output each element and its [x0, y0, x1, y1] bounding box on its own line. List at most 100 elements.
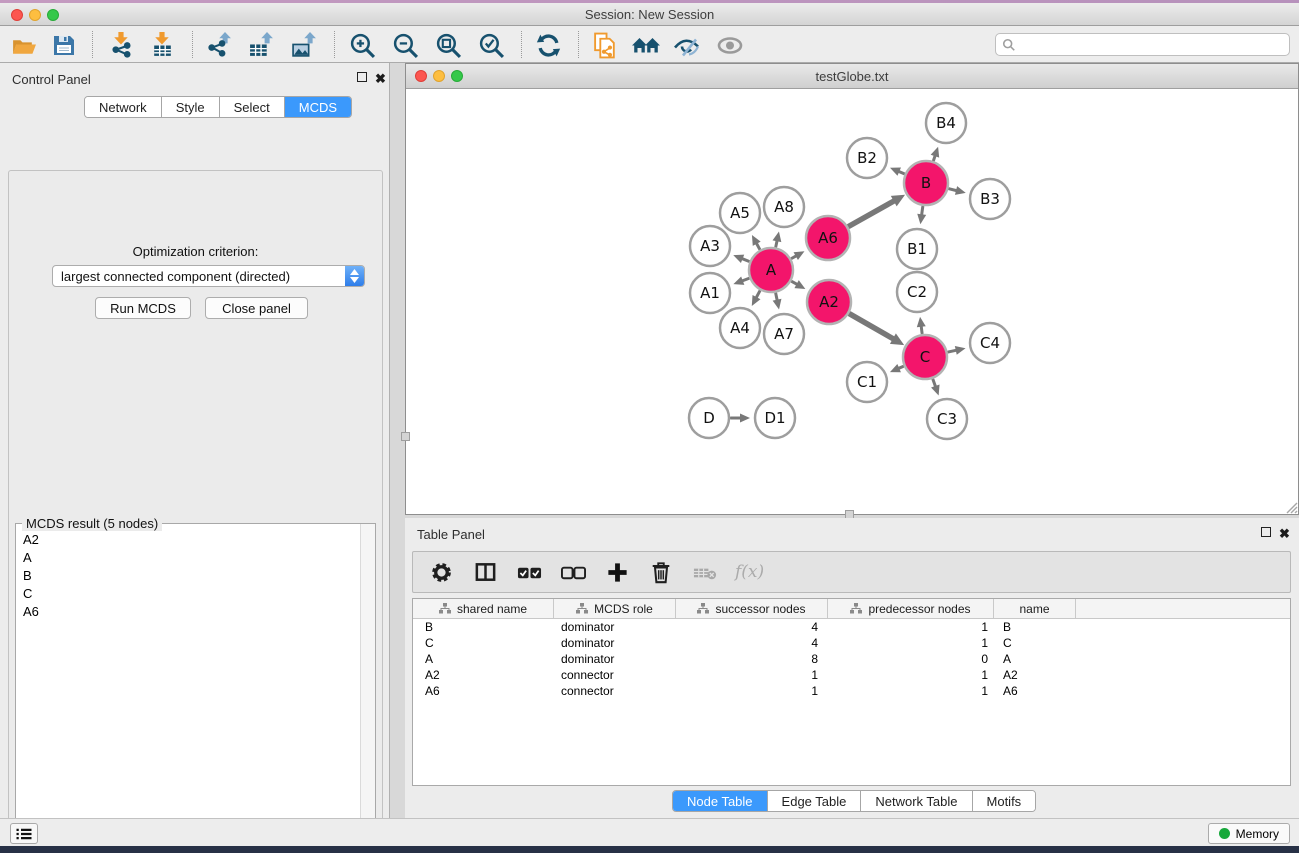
- column-header-successor-nodes[interactable]: successor nodes: [676, 599, 828, 618]
- close-panel-icon[interactable]: ✖: [375, 74, 386, 84]
- cell-name[interactable]: A: [994, 652, 1076, 666]
- hide-panels-icon[interactable]: [672, 30, 702, 60]
- export-image-icon[interactable]: [289, 30, 319, 60]
- table-row-a[interactable]: Adominator80A: [413, 651, 1290, 667]
- result-item-c[interactable]: C: [16, 584, 360, 602]
- first-neighbors-icon[interactable]: [631, 30, 661, 60]
- cell-predecessor-nodes[interactable]: 1: [828, 668, 994, 682]
- zoom-out-icon[interactable]: [390, 30, 420, 60]
- node-label-A7: A7: [774, 325, 794, 343]
- select-all-columns-icon[interactable]: [515, 559, 543, 585]
- cell-shared-name[interactable]: A6: [413, 684, 554, 698]
- cell-MCDS-role[interactable]: dominator: [554, 652, 676, 666]
- result-item-a6[interactable]: A6: [16, 602, 360, 620]
- node-label-B1: B1: [907, 240, 927, 258]
- table-tab-edge-table[interactable]: Edge Table: [768, 791, 862, 811]
- import-table-icon[interactable]: [147, 30, 177, 60]
- cell-successor-nodes[interactable]: 1: [676, 684, 828, 698]
- show-column-panel-icon[interactable]: [471, 559, 499, 585]
- resize-grip-icon[interactable]: [1283, 499, 1298, 514]
- network-canvas[interactable]: B4B2BB3A8A5A6A3B1AA1C2A2A4A7C4CC1C3DD1: [406, 89, 1298, 514]
- cell-MCDS-role[interactable]: dominator: [554, 620, 676, 634]
- cell-MCDS-role[interactable]: connector: [554, 684, 676, 698]
- column-header-name[interactable]: name: [994, 599, 1076, 618]
- column-header-shared-name[interactable]: shared name: [413, 599, 554, 618]
- node-table: shared nameMCDS role successor nodes prede…: [412, 598, 1291, 786]
- close-panel-button[interactable]: Close panel: [205, 297, 308, 319]
- cell-predecessor-nodes[interactable]: 1: [828, 620, 994, 634]
- zoom-in-icon[interactable]: [347, 30, 377, 60]
- open-session-icon[interactable]: [8, 30, 38, 60]
- export-table-icon[interactable]: [246, 30, 276, 60]
- node-label-A2: A2: [819, 293, 839, 311]
- cell-MCDS-role[interactable]: dominator: [554, 636, 676, 650]
- close-table-panel-icon[interactable]: ✖: [1279, 529, 1290, 539]
- cell-shared-name[interactable]: C: [413, 636, 554, 650]
- memory-button[interactable]: Memory: [1208, 823, 1290, 844]
- cell-name[interactable]: C: [994, 636, 1076, 650]
- criterion-dropdown[interactable]: largest connected component (directed): [52, 265, 365, 287]
- cell-successor-nodes[interactable]: 4: [676, 636, 828, 650]
- column-header-label: successor nodes: [715, 602, 805, 616]
- cell-name[interactable]: A2: [994, 668, 1076, 682]
- float-panel-icon[interactable]: [357, 72, 367, 82]
- cell-shared-name[interactable]: A: [413, 652, 554, 666]
- session-title: Session: New Session: [0, 7, 1299, 22]
- cell-shared-name[interactable]: A2: [413, 668, 554, 682]
- export-network-icon[interactable]: [204, 30, 234, 60]
- cell-successor-nodes[interactable]: 1: [676, 668, 828, 682]
- cell-name[interactable]: A6: [994, 684, 1076, 698]
- left-splitter-handle[interactable]: [401, 432, 410, 441]
- search-field[interactable]: [1016, 38, 1289, 52]
- table-tab-motifs[interactable]: Motifs: [973, 791, 1036, 811]
- column-header-predecessor-nodes[interactable]: predecessor nodes: [828, 599, 994, 618]
- edge-A6-B[interactable]: [849, 200, 896, 226]
- zoom-selected-icon[interactable]: [476, 30, 506, 60]
- unselect-all-columns-icon[interactable]: [559, 559, 587, 585]
- result-item-b[interactable]: B: [16, 566, 360, 584]
- import-network-icon[interactable]: [106, 30, 136, 60]
- cell-predecessor-nodes[interactable]: 1: [828, 684, 994, 698]
- network-window-titlebar[interactable]: testGlobe.txt: [406, 64, 1298, 89]
- edge-A2-C[interactable]: [850, 314, 895, 340]
- table-row-b[interactable]: Bdominator41B: [413, 619, 1290, 635]
- result-item-a[interactable]: A: [16, 548, 360, 566]
- search-input[interactable]: [995, 33, 1290, 56]
- delete-table-icon[interactable]: [691, 559, 719, 585]
- show-panels-icon[interactable]: [715, 30, 745, 60]
- result-scrollbar[interactable]: [360, 524, 375, 853]
- column-header-MCDS-role[interactable]: MCDS role: [554, 599, 676, 618]
- cell-predecessor-nodes[interactable]: 0: [828, 652, 994, 666]
- cell-shared-name[interactable]: B: [413, 620, 554, 634]
- zoom-fit-icon[interactable]: [433, 30, 463, 60]
- result-item-a2[interactable]: A2: [16, 530, 360, 548]
- delete-column-trash-icon[interactable]: [647, 559, 675, 585]
- tab-network[interactable]: Network: [85, 97, 162, 117]
- table-tab-node-table[interactable]: Node Table: [673, 791, 768, 811]
- tab-mcds[interactable]: MCDS: [285, 97, 351, 117]
- table-settings-gear-icon[interactable]: [427, 559, 455, 585]
- run-mcds-button[interactable]: Run MCDS: [95, 297, 191, 319]
- table-body: Bdominator41BCdominator41CAdominator80AA…: [413, 619, 1290, 699]
- edge-arrow-D-D1: [740, 414, 750, 423]
- cell-MCDS-role[interactable]: connector: [554, 668, 676, 682]
- cell-predecessor-nodes[interactable]: 1: [828, 636, 994, 650]
- node-label-A3: A3: [700, 237, 720, 255]
- function-builder-icon[interactable]: f(x): [735, 562, 764, 582]
- cell-successor-nodes[interactable]: 8: [676, 652, 828, 666]
- save-session-icon[interactable]: [49, 30, 79, 60]
- table-row-c[interactable]: Cdominator41C: [413, 635, 1290, 651]
- float-table-panel-icon[interactable]: [1261, 527, 1271, 537]
- cell-name[interactable]: B: [994, 620, 1076, 634]
- tab-select[interactable]: Select: [220, 97, 285, 117]
- table-row-a6[interactable]: A6connector11A6: [413, 683, 1290, 699]
- apply-layout-icon[interactable]: [533, 30, 563, 60]
- mcds-result-list[interactable]: A2ABCA6: [16, 530, 360, 853]
- new-network-icon[interactable]: [590, 30, 620, 60]
- tab-style[interactable]: Style: [162, 97, 220, 117]
- task-history-button[interactable]: [10, 823, 38, 844]
- table-row-a2[interactable]: A2connector11A2: [413, 667, 1290, 683]
- create-column-plus-icon[interactable]: [603, 559, 631, 585]
- cell-successor-nodes[interactable]: 4: [676, 620, 828, 634]
- table-tab-network-table[interactable]: Network Table: [861, 791, 972, 811]
